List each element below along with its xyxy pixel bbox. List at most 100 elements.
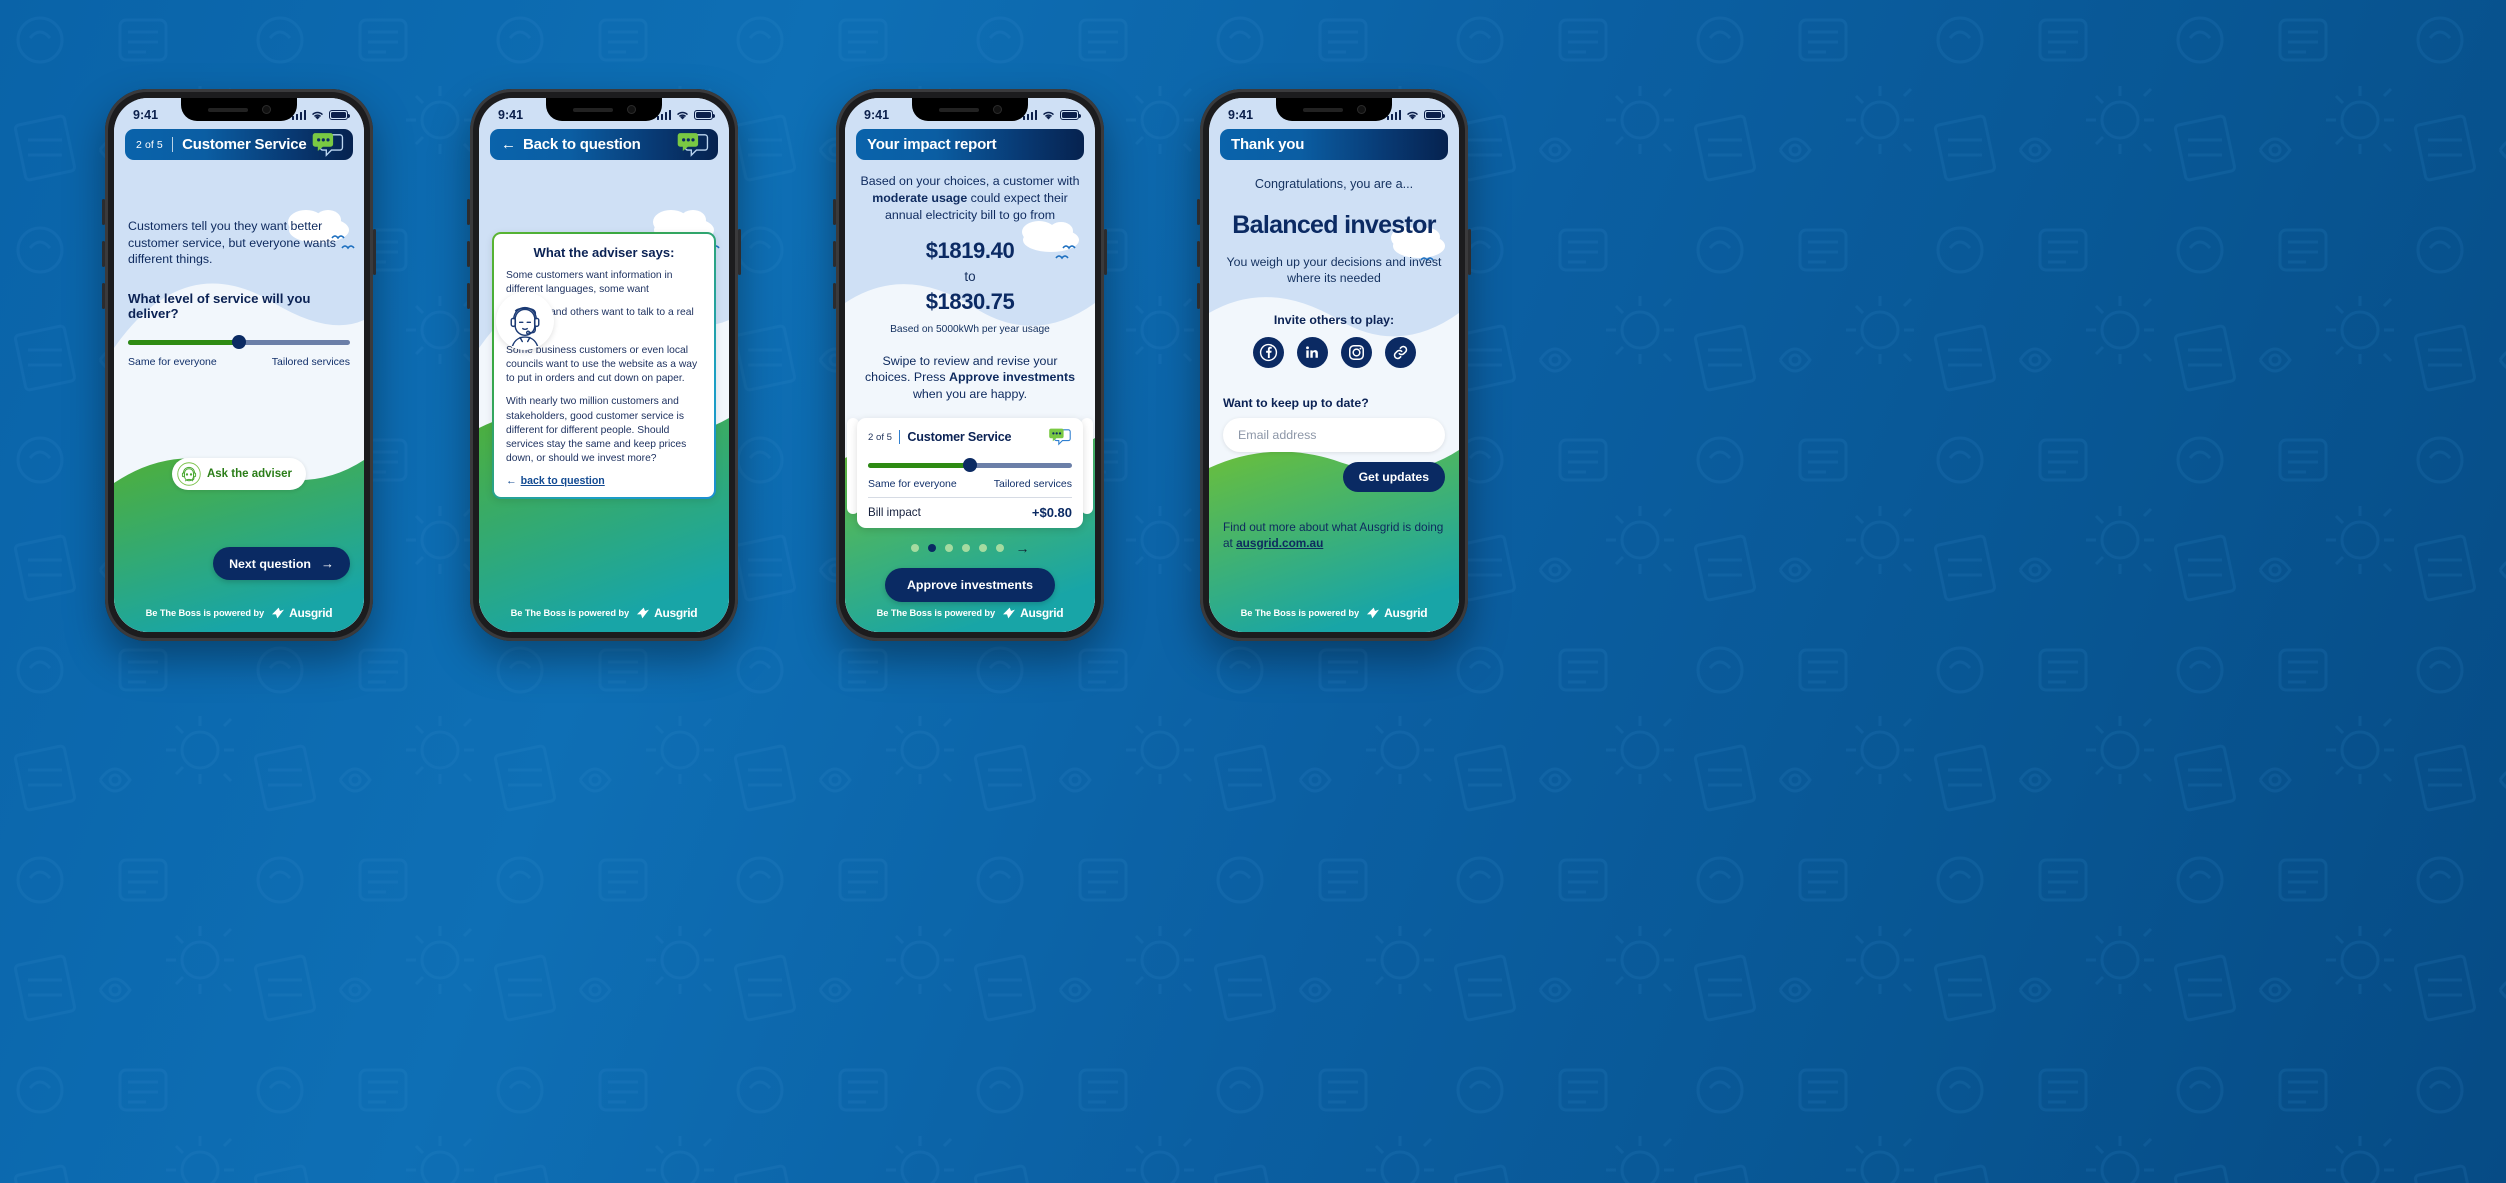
header-divider [171, 137, 174, 152]
instagram-icon[interactable] [1340, 336, 1372, 368]
wifi-icon [312, 111, 323, 120]
mini-header-divider [899, 430, 901, 445]
back-to-question-link[interactable]: ← back to question [506, 475, 702, 487]
phone2-header[interactable]: ← Back to question [490, 129, 718, 160]
phone3-footer: Be The Boss is powered by Ausgrid [845, 605, 1095, 621]
powered-by-label: Be The Boss is powered by [1240, 608, 1360, 618]
slider-left-label: Same for everyone [868, 478, 957, 491]
next-question-button[interactable]: Next question → [213, 547, 350, 580]
email-input[interactable]: Email address [1223, 417, 1445, 452]
slider-labels: Same for everyone Tailored services [128, 356, 350, 368]
notch [181, 98, 297, 121]
phone1-header: 2 of 5 Customer Service [125, 129, 353, 160]
powered-by-label: Be The Boss is powered by [510, 608, 630, 618]
ask-adviser-row: Ask the adviser [114, 458, 364, 490]
phone-4-thank-you-screen: 9:41 Thank you Congratulations, you are … [1197, 89, 1471, 641]
slider-right-label: Tailored services [271, 356, 350, 369]
slider-fill [868, 463, 970, 469]
status-time: 9:41 [864, 108, 890, 122]
status-time: 9:41 [498, 108, 524, 122]
pagination-dot-1[interactable] [910, 544, 919, 552]
facebook-icon[interactable] [1252, 336, 1284, 368]
pagination-dot-2-active[interactable] [927, 544, 936, 552]
get-updates-button[interactable]: Get updates [1342, 461, 1445, 492]
notch [1276, 98, 1392, 121]
impact-intro-before: Based on your choices, a customer with [860, 174, 1080, 188]
status-time: 9:41 [1228, 108, 1254, 122]
mini-card-header: 2 of 5 Customer Service [868, 427, 1072, 447]
ausgrid-logo: Ausgrid [635, 605, 698, 621]
battery-icon [694, 110, 715, 120]
slider-knob[interactable] [232, 335, 246, 350]
slider-knob[interactable] [963, 458, 977, 473]
swipe-instruction-text: Swipe to review and revise your choices.… [859, 353, 1081, 404]
persona-title: Balanced investor [1232, 211, 1436, 239]
phone4-header: Thank you [1220, 129, 1448, 160]
chat-bubbles-icon[interactable] [311, 131, 345, 159]
approve-investments-button[interactable]: Approve investments [884, 568, 1055, 602]
notch [912, 98, 1028, 121]
pagination-dot-4[interactable] [961, 544, 970, 552]
speaker-grill [572, 107, 613, 112]
ausgrid-website-link[interactable]: ausgrid.com.au [1236, 536, 1323, 550]
ask-the-adviser-button[interactable]: Ask the adviser [171, 458, 306, 490]
invite-others-label: Invite others to play: [1273, 312, 1395, 327]
phone2-footer: Be The Boss is powered by Ausgrid [479, 605, 729, 621]
mini-service-level-slider[interactable] [868, 458, 1072, 473]
swipe-text-2: when you are happy. [912, 387, 1028, 402]
find-out-more-text: Find out more about what Ausgrid is doin… [1223, 520, 1445, 552]
chat-bubbles-icon[interactable] [676, 131, 710, 159]
phone1-content: Customers tell you they want better cust… [114, 218, 364, 368]
phone-4-screen: 9:41 Thank you Congratulations, you are … [1209, 98, 1459, 632]
speaker-grill [207, 107, 248, 112]
arrow-left-icon: ← [501, 136, 516, 153]
adviser-paragraph-3: Some business customers or even local co… [506, 344, 698, 385]
bill-impact-label: Bill impact [868, 506, 921, 520]
chat-bubbles-icon[interactable] [1048, 427, 1072, 447]
copy-link-icon[interactable] [1384, 336, 1416, 368]
phone1-footer: Be The Boss is powered by Ausgrid [114, 605, 364, 621]
slider-right-label: Tailored services [993, 478, 1072, 491]
linkedin-icon[interactable] [1296, 336, 1328, 368]
notch [546, 98, 662, 121]
screenshot-canvas: 9:41 2 of 5 Customer Service Customers t… [0, 0, 2506, 1183]
status-time: 9:41 [133, 108, 159, 122]
battery-icon [329, 110, 350, 120]
ask-adviser-label: Ask the adviser [206, 468, 292, 480]
ausgrid-mark-icon [637, 607, 650, 619]
ausgrid-wordmark: Ausgrid [1384, 606, 1428, 620]
pagination-dot-6[interactable] [995, 544, 1004, 552]
wifi-icon [1043, 111, 1054, 120]
ausgrid-wordmark: Ausgrid [654, 606, 698, 620]
adviser-paragraph-4: With nearly two million customers and st… [506, 396, 687, 465]
choice-summary-card[interactable]: 2 of 5 Customer Service Same for everyon… [857, 418, 1083, 529]
pagination-dot-3[interactable] [944, 544, 953, 552]
persona-description: You weigh up your decisions and invest w… [1226, 255, 1442, 286]
front-camera [1356, 105, 1366, 114]
adviser-card-title: What the adviser says: [533, 245, 675, 260]
powered-by-label: Be The Boss is powered by [145, 608, 265, 618]
amount-from: $1819.40 [925, 237, 1015, 263]
arrow-right-icon: → [321, 556, 334, 571]
wifi-icon [677, 111, 688, 120]
page-title: Thank you [1231, 136, 1305, 153]
amount-connector: to [964, 268, 976, 284]
arrow-right-icon[interactable]: → [1016, 540, 1030, 556]
battery-icon [1424, 110, 1445, 120]
impact-intro-text: Based on your choices, a customer with m… [859, 173, 1081, 224]
question-body-text: Customers tell you they want better cust… [128, 219, 336, 267]
mini-step-counter: 2 of 5 [868, 431, 893, 443]
congratulations-text: Congratulations, you are a... [1254, 177, 1414, 191]
bill-impact-row: Bill impact +$0.80 [868, 497, 1072, 528]
pagination-dot-5[interactable] [978, 544, 987, 552]
front-camera [626, 105, 636, 114]
speaker-grill [1302, 107, 1343, 112]
phone-3-impact-report-screen: 9:41 Your impact report Based on your ch… [833, 89, 1107, 641]
ausgrid-logo: Ausgrid [270, 605, 333, 621]
usage-basis-note: Based on 5000kWh per year usage [890, 323, 1050, 335]
carousel-pagination[interactable]: → [845, 540, 1095, 556]
bill-impact-value: +$0.80 [1031, 505, 1072, 521]
phone4-content: Congratulations, you are a... Balanced i… [1209, 177, 1459, 552]
service-level-slider[interactable] [128, 335, 350, 350]
email-placeholder: Email address [1238, 427, 1317, 442]
